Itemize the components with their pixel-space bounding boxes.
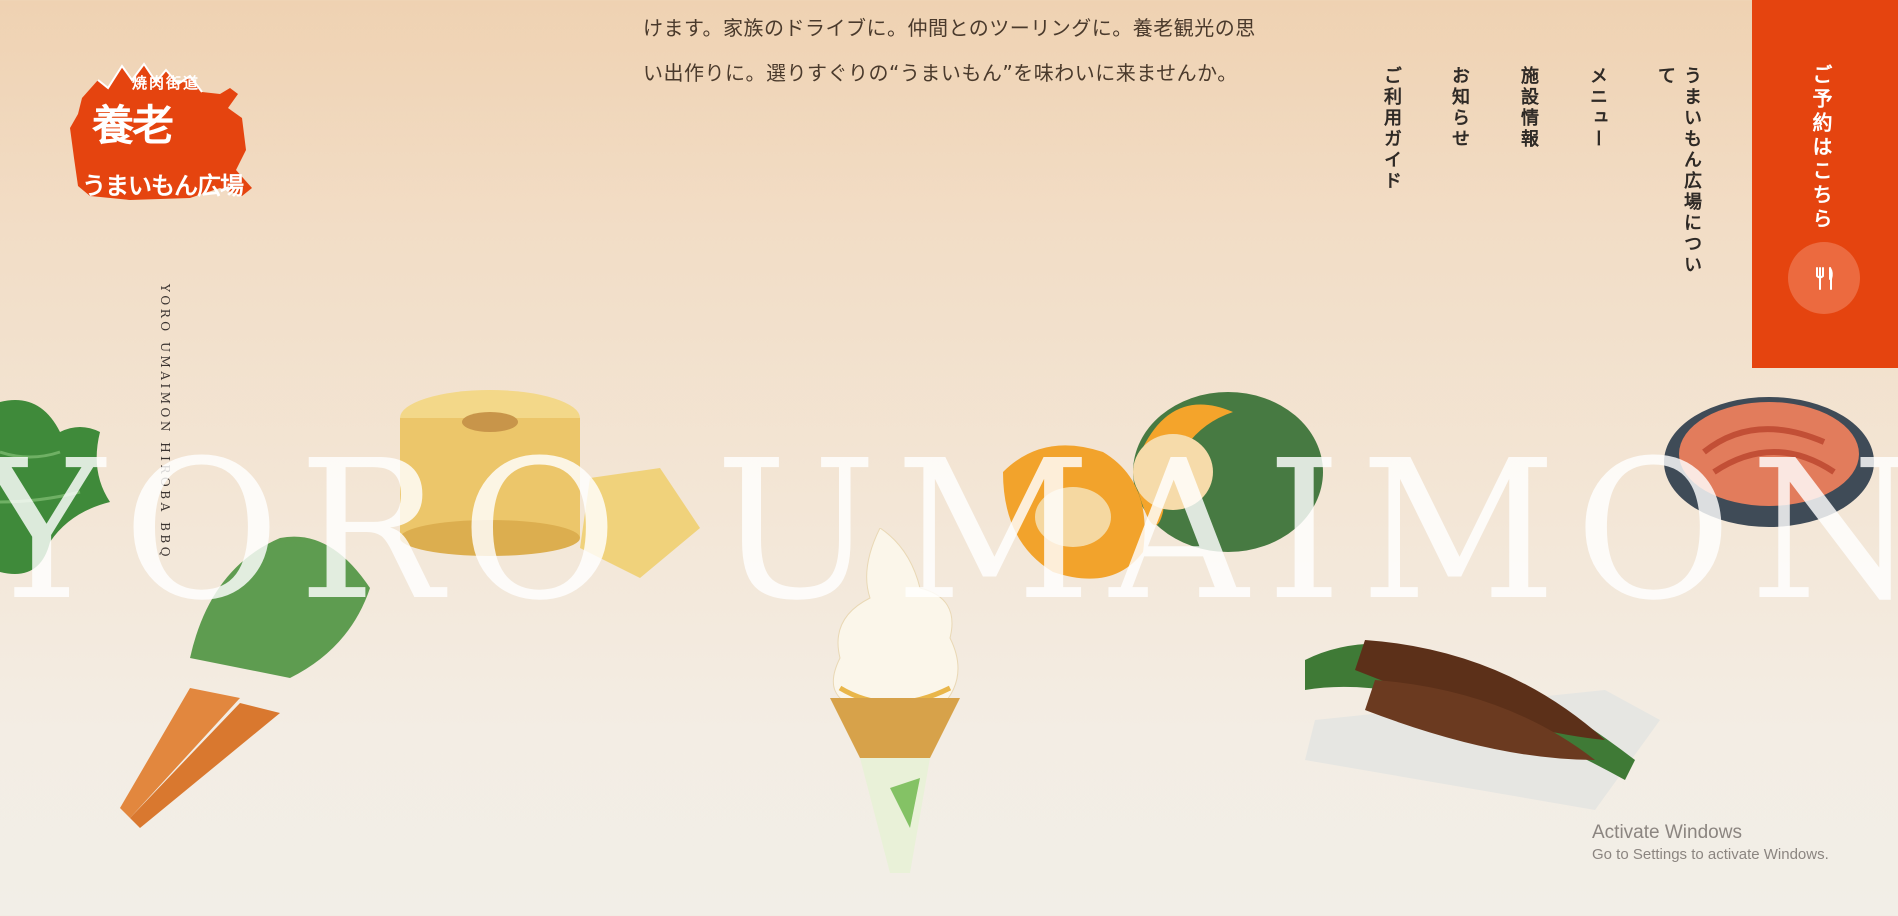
nav-item-facility[interactable]: 施設情報: [1515, 66, 1541, 150]
reserve-button[interactable]: ご予約はこちら: [1752, 0, 1898, 368]
main-nav: うまいもん広場について メニュー 施設情報 お知らせ ご利用ガイド: [1372, 66, 1702, 286]
nav-item-news[interactable]: お知らせ: [1446, 66, 1472, 150]
site-logo[interactable]: 焼肉街道 養老 うまいもん広場: [70, 58, 256, 204]
nav-item-about[interactable]: うまいもん広場について: [1652, 66, 1704, 286]
hero-background-word: YORO UMAIMON: [0, 420, 1898, 643]
reserve-label: ご予約はこちら: [1809, 64, 1833, 232]
fork-knife-icon: [1816, 267, 1833, 290]
intro-text: けます。家族のドライブに。仲間とのツーリングに。養老観光の思 い出作りに。選りす…: [643, 6, 1256, 96]
watermark-title: Activate Windows: [1592, 822, 1742, 843]
intro-line-1: けます。家族のドライブに。仲間とのツーリングに。養老観光の思: [643, 16, 1256, 40]
logo-text-main: 養老: [92, 101, 174, 150]
nav-item-guide[interactable]: ご利用ガイド: [1378, 66, 1404, 192]
reserve-icon-circle: [1788, 242, 1860, 314]
logo-text-bottom: うまいもん広場: [82, 172, 244, 200]
logo-text-top: 焼肉街道: [132, 74, 201, 92]
intro-line-2: い出作りに。選りすぐりの“うまいもん”を味わいに来ませんか。: [643, 61, 1238, 85]
windows-activation-watermark: Activate Windows Go to Settings to activ…: [1592, 822, 1829, 863]
nav-item-menu[interactable]: メニュー: [1584, 66, 1610, 150]
watermark-subtitle: Go to Settings to activate Windows.: [1592, 846, 1829, 863]
